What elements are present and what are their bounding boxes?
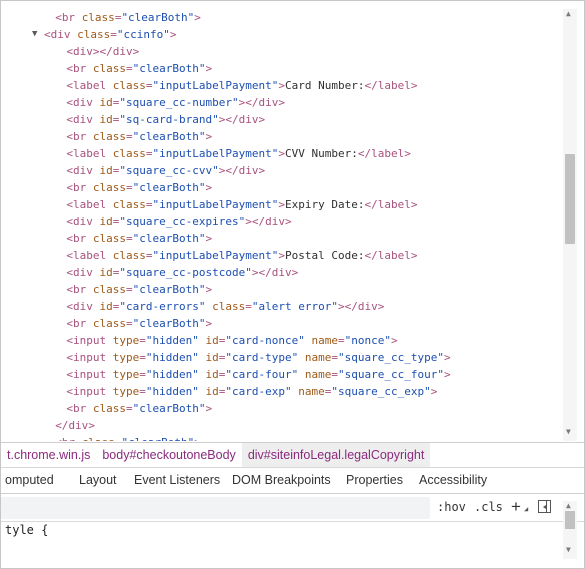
dom-node-line[interactable]: <input type="hidden" id="card-four" name… — [66, 366, 450, 383]
scroll-up-icon[interactable]: ▲ — [566, 9, 571, 18]
dom-node-line[interactable]: <br class="clearBoth"> — [66, 315, 212, 332]
styles-filter-bar: :hov .cls + ◢ — [1, 494, 584, 522]
tab-accessibility[interactable]: Accessibility — [419, 467, 487, 493]
tab-dom-breakpoints[interactable]: DOM Breakpoints — [232, 467, 331, 493]
toggle-sidebar-icon[interactable] — [538, 500, 551, 513]
dom-node-line[interactable]: <br class="clearBoth"> — [55, 434, 201, 441]
dom-node-line[interactable]: <label class="inputLabelPayment">Expiry … — [66, 196, 417, 213]
breadcrumb: t.chrome.win.js body#checkoutoneBody div#s… — [1, 442, 584, 468]
dom-node-line[interactable]: <br class="clearBoth"> — [66, 400, 212, 417]
styles-scroll-up-icon[interactable]: ▲ — [566, 501, 571, 510]
styles-pane: tyle { — [1, 522, 563, 568]
styles-scroll-down-icon[interactable]: ▼ — [566, 545, 571, 554]
dom-node-line[interactable]: <div id="square_cc-cvv"></div> — [66, 162, 265, 179]
breadcrumb-item[interactable]: body#checkoutoneBody — [96, 443, 241, 467]
dom-node-line[interactable]: <br class="clearBoth"> — [66, 179, 212, 196]
dom-node-line[interactable]: <br class="clearBoth"> — [66, 128, 212, 145]
dom-node-line[interactable]: <br class="clearBoth"> — [66, 281, 212, 298]
filter-input[interactable] — [1, 497, 430, 519]
dom-node-line[interactable]: <input type="hidden" id="card-nonce" nam… — [66, 332, 397, 349]
dom-node-line[interactable]: <div id="square_cc-expires"></div> — [66, 213, 291, 230]
dom-node-line[interactable]: <label class="inputLabelPayment">CVV Num… — [66, 145, 410, 162]
breadcrumb-item[interactable]: div#siteinfoLegal.legalCopyright — [241, 443, 431, 467]
hov-button[interactable]: :hov — [437, 494, 466, 521]
dom-node-line[interactable]: <input type="hidden" id="card-type" name… — [66, 349, 450, 366]
styles-scrollbar[interactable]: ▲ ▼ — [563, 501, 577, 559]
tab-event-listeners[interactable]: Event Listeners — [134, 467, 220, 493]
scroll-thumb[interactable] — [565, 154, 575, 244]
cls-button[interactable]: .cls — [474, 494, 503, 521]
dom-node-line[interactable]: <div id="card-errors" class="alert error… — [66, 298, 384, 315]
new-style-rule-button[interactable]: + — [511, 494, 521, 520]
styles-scroll-thumb[interactable] — [565, 511, 575, 529]
dom-node-line[interactable]: <div id="square_cc-postcode"></div> — [66, 264, 298, 281]
dom-node-line[interactable]: <br class="clearBoth"> — [66, 230, 212, 247]
dom-node-line[interactable]: <div id="square_cc-number"></div> — [66, 94, 285, 111]
dropdown-triangle-icon[interactable]: ◢ — [524, 505, 528, 513]
dom-node-line[interactable]: <label class="inputLabelPayment">Card Nu… — [66, 77, 417, 94]
dom-node-line[interactable]: <br class="clearBoth"> — [66, 60, 212, 77]
tab-layout[interactable]: Layout — [79, 467, 117, 493]
breadcrumb-item[interactable]: t.chrome.win.js — [1, 443, 96, 467]
style-rule-selector: tyle { — [5, 523, 49, 537]
dom-node-line[interactable]: <div class="ccinfo"> — [44, 26, 176, 43]
dom-node-line[interactable]: </div> — [55, 417, 95, 434]
devtools-panel: <br class="clearBoth"> <div class="ccinfo… — [0, 0, 585, 569]
dom-node-line[interactable]: <br class="clearBoth"> — [55, 9, 201, 26]
expand-triangle-icon[interactable]: ▼ — [32, 29, 37, 39]
sidebar-tabs: omputed Layout Event Listeners DOM Break… — [1, 467, 584, 494]
tab-properties[interactable]: Properties — [346, 467, 403, 493]
elements-tree[interactable]: <br class="clearBoth"> <div class="ccinfo… — [11, 9, 563, 441]
elements-scrollbar[interactable]: ▲ ▼ — [563, 9, 577, 441]
dom-node-line[interactable]: <input type="hidden" id="card-exp" name=… — [66, 383, 437, 400]
tab-computed[interactable]: omputed — [5, 467, 54, 493]
scroll-down-icon[interactable]: ▼ — [566, 427, 571, 436]
dom-node-line[interactable]: <div></div> — [66, 43, 139, 60]
dom-node-line[interactable]: <label class="inputLabelPayment">Postal … — [66, 247, 417, 264]
dom-node-line[interactable]: <div id="sq-card-brand"></div> — [66, 111, 265, 128]
